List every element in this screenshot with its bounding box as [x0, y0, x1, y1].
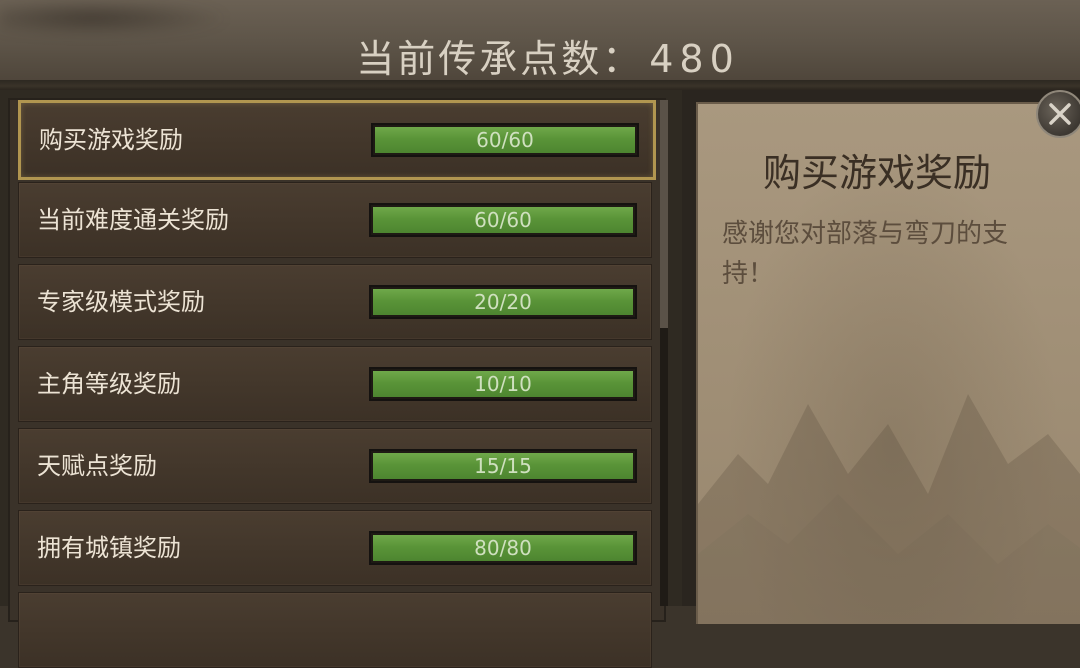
reward-progress-bar: 60/60: [369, 203, 637, 237]
legacy-points-label: 当前传承点数：: [356, 37, 644, 81]
reward-label: 专家级模式奖励: [37, 288, 205, 316]
reward-progress-text: 60/60: [476, 128, 534, 152]
reward-row[interactable]: 天赋点奖励 15/15: [18, 428, 652, 504]
reward-detail-description: 感谢您对部落与弯刀的支持！: [722, 219, 1009, 289]
scrollbar-thumb[interactable]: [660, 100, 668, 328]
reward-label: 天赋点奖励: [37, 452, 157, 480]
reward-progress-text: 20/20: [474, 290, 532, 314]
reward-detail-title: 购买游戏奖励: [762, 151, 991, 195]
reward-row[interactable]: 主角等级奖励 10/10: [18, 346, 652, 422]
top-header: 当前传承点数： 480: [0, 0, 1080, 83]
reward-label: 拥有城镇奖励: [37, 534, 181, 562]
reward-row[interactable]: 专家级模式奖励 20/20: [18, 264, 652, 340]
reward-progress-bar: 15/15: [369, 449, 637, 483]
reward-label: 购买游戏奖励: [39, 126, 183, 154]
reward-progress-text: 60/60: [474, 208, 532, 232]
reward-list-scrollbar[interactable]: [660, 100, 668, 606]
reward-progress-text: 80/80: [474, 536, 532, 560]
reward-progress-text: 10/10: [474, 372, 532, 396]
reward-progress-bar: 10/10: [369, 367, 637, 401]
reward-progress-bar: 20/20: [369, 285, 637, 319]
parchment-background: 购买游戏奖励 感谢您对部落与弯刀的支持！: [696, 102, 1080, 624]
close-icon: [1049, 103, 1071, 125]
header-divider: [0, 80, 1080, 90]
reward-label: 当前难度通关奖励: [37, 206, 229, 234]
legacy-points-value: 480: [649, 37, 740, 81]
reward-detail-panel: 购买游戏奖励 感谢您对部落与弯刀的支持！: [682, 90, 1080, 624]
reward-progress-bar: 60/60: [371, 123, 639, 157]
reward-row[interactable]: 当前难度通关奖励 60/60: [18, 182, 652, 258]
reward-progress-bar: 80/80: [369, 531, 637, 565]
reward-list-panel: 购买游戏奖励 60/60 当前难度通关奖励 60/60 专家级模式奖励 20/2…: [0, 90, 682, 668]
reward-label: 主角等级奖励: [37, 370, 181, 398]
reward-row-partial[interactable]: [18, 592, 652, 668]
legacy-points-title: 当前传承点数： 480: [0, 28, 1080, 83]
reward-row[interactable]: 拥有城镇奖励 80/80: [18, 510, 652, 586]
close-button[interactable]: [1036, 90, 1080, 138]
reward-list-frame: 购买游戏奖励 60/60 当前难度通关奖励 60/60 专家级模式奖励 20/2…: [8, 98, 666, 668]
reward-row[interactable]: 购买游戏奖励 60/60: [18, 100, 656, 180]
reward-progress-text: 15/15: [474, 454, 532, 478]
mountain-illustration: [698, 394, 1080, 624]
